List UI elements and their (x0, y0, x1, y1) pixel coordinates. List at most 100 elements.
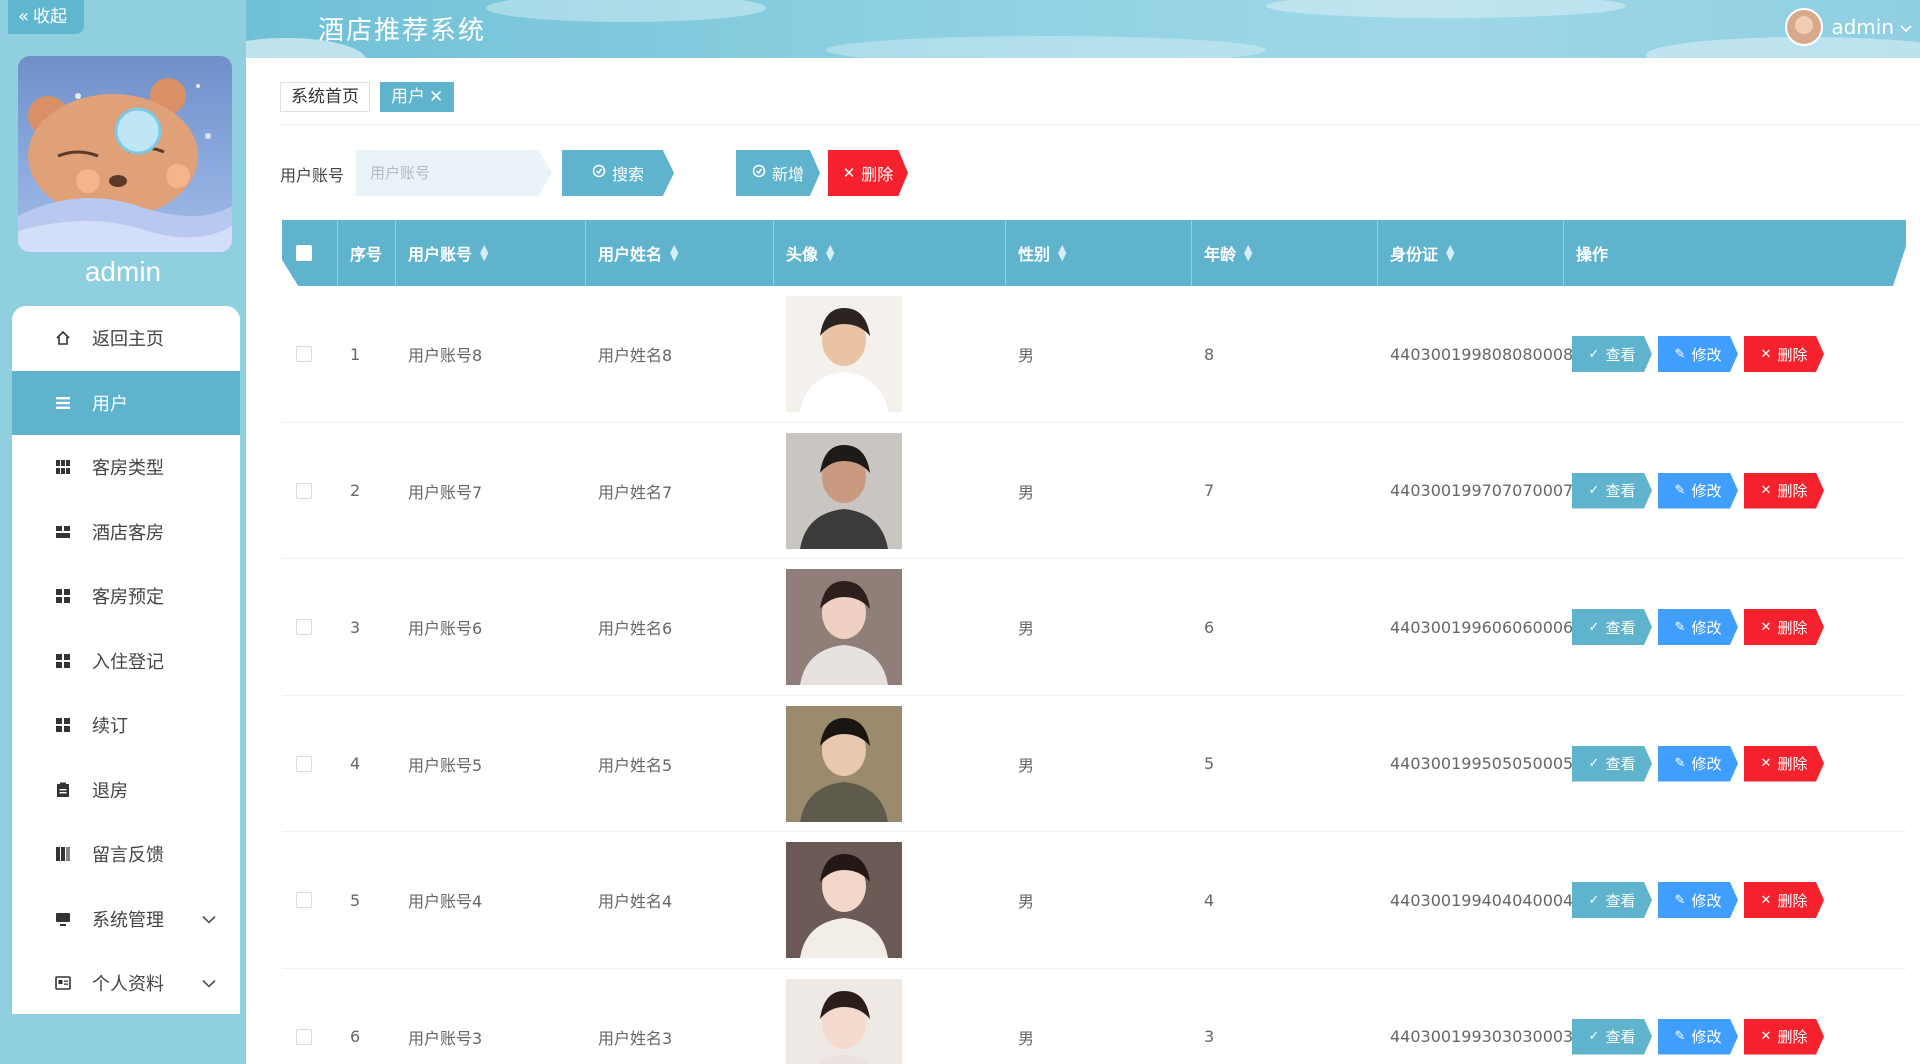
check-icon: ✓ (1588, 1029, 1600, 1044)
sidebar-item-label: 客房类型 (92, 458, 164, 480)
sidebar-item-check-in[interactable]: 入住登记 (12, 629, 240, 694)
column-header-label: 性别 (1018, 245, 1051, 264)
user-name-cell: 用户姓名7 (598, 482, 673, 502)
column-header-gender[interactable]: 性别 ▲ ▼ (1006, 220, 1192, 286)
row-checkbox[interactable] (296, 1028, 312, 1045)
search-button[interactable]: 搜索 (562, 150, 674, 196)
column-header-age[interactable]: 年龄 ▲ ▼ (1192, 220, 1378, 286)
edit-button-label: 修改 (1691, 891, 1722, 910)
age-cell: 8 (1204, 344, 1215, 364)
account-search-input[interactable] (356, 150, 552, 196)
edit-button-label: 修改 (1691, 1028, 1722, 1046)
row-select-cell (282, 559, 338, 696)
row-number: 5 (350, 890, 361, 910)
table-row: 6 用户账号3 用户姓名3 男 3 440300199303030003 ✓ 查看… (282, 969, 1906, 1064)
sort-icon[interactable]: ▲ ▼ (480, 243, 488, 262)
sidebar-item-label: 系统管理 (92, 909, 164, 931)
sidebar-item-check-out[interactable]: 退房 (12, 758, 240, 823)
grid-icon (50, 459, 76, 475)
edit-button[interactable]: ✎ 修改 (1658, 472, 1738, 509)
row-checkbox[interactable] (296, 619, 312, 636)
add-button[interactable]: 新增 (736, 150, 820, 196)
sidebar-item-room-types[interactable]: 客房类型 (12, 435, 240, 500)
close-icon[interactable]: ✕ (429, 87, 443, 107)
view-button-label: 查看 (1605, 618, 1636, 637)
sidebar-item-hotel-rooms[interactable]: 酒店客房 (12, 500, 240, 565)
delete-button[interactable]: ✕ 删除 (1744, 336, 1824, 372)
avatar-cell (774, 832, 1006, 969)
book-icon (50, 846, 76, 862)
user-avatar-photo[interactable] (786, 432, 902, 549)
row-number: 1 (350, 344, 361, 364)
view-button[interactable]: ✓ 查看 (1572, 336, 1652, 372)
edit-button[interactable]: ✎ 修改 (1658, 882, 1738, 918)
edit-button[interactable]: ✎ 修改 (1658, 336, 1738, 372)
edit-button[interactable]: ✎ 修改 (1658, 609, 1738, 645)
delete-button[interactable]: ✕ 删除 (1744, 609, 1824, 645)
edit-button[interactable]: ✎ 修改 (1658, 745, 1738, 782)
row-checkbox[interactable] (296, 755, 312, 772)
table-row: 5 用户账号4 用户姓名4 男 4 440300199404040004 ✓ 查看… (282, 832, 1906, 969)
edit-button-label: 修改 (1691, 345, 1722, 364)
column-header-id-card[interactable]: 身份证 ▲ ▼ (1378, 220, 1564, 286)
chevron-down-icon (1900, 18, 1912, 37)
user-account-cell: 用户账号3 (408, 1028, 483, 1048)
delete-button[interactable]: ✕ 删除 (1744, 1018, 1824, 1055)
column-header-label: 用户账号 (408, 245, 473, 264)
view-button[interactable]: ✓ 查看 (1572, 609, 1652, 645)
row-checkbox[interactable] (296, 482, 312, 499)
row-number: 2 (350, 481, 361, 501)
column-header-label: 操作 (1576, 245, 1609, 264)
sidebar-item-home[interactable]: 返回主页 (12, 306, 240, 371)
sort-icon[interactable]: ▲ ▼ (826, 243, 834, 262)
sidebar-item-profile[interactable]: 个人资料 (12, 951, 240, 1016)
sidebar-item-system-management[interactable]: 系统管理 (12, 887, 240, 952)
table-row: 2 用户账号7 用户姓名7 男 7 440300199707070007 ✓ 查看… (282, 423, 1906, 560)
row-checkbox[interactable] (296, 892, 312, 909)
column-header-name[interactable]: 用户姓名 ▲ ▼ (586, 220, 774, 286)
avatar-cell (774, 423, 1006, 560)
sidebar-item-users[interactable]: 用户 (12, 370, 240, 435)
row-checkbox[interactable] (296, 346, 312, 363)
view-button[interactable]: ✓ 查看 (1572, 745, 1652, 782)
delete-button[interactable]: ✕ 删除 (1744, 882, 1824, 918)
table-row: 1 用户账号8 用户姓名8 男 8 440300199808080008 ✓ 查看… (282, 286, 1906, 423)
user-avatar-photo[interactable] (786, 842, 902, 959)
sidebar-item-label: 个人资料 (92, 974, 164, 996)
column-header-avatar[interactable]: 头像 ▲ ▼ (774, 220, 1006, 286)
user-avatar-photo[interactable] (786, 296, 902, 413)
sort-icon[interactable]: ▲ ▼ (1446, 243, 1454, 262)
user-menu[interactable]: admin (1785, 8, 1912, 46)
collapse-sidebar-button[interactable]: «收起 (8, 0, 84, 34)
select-all-checkbox[interactable] (296, 245, 312, 261)
sidebar-item-room-booking[interactable]: 客房预定 (12, 564, 240, 629)
edit-button[interactable]: ✎ 修改 (1658, 1018, 1738, 1055)
column-header-account[interactable]: 用户账号 ▲ ▼ (396, 220, 586, 286)
column-header-actions: 操作 (1564, 220, 1906, 286)
sort-icon[interactable]: ▲ ▼ (1244, 243, 1252, 262)
id-card-cell: 440300199707070007 (1390, 481, 1574, 501)
tab-users[interactable]: 用户 ✕ (380, 82, 455, 112)
sidebar-item-renewal[interactable]: 续订 (12, 693, 240, 758)
user-avatar-photo[interactable] (786, 569, 902, 686)
view-button[interactable]: ✓ 查看 (1572, 472, 1652, 509)
user-account-cell: 用户账号6 (408, 619, 483, 639)
delete-button[interactable]: ✕ 删除 (1744, 472, 1824, 509)
close-icon: ✕ (1760, 483, 1772, 498)
gender-cell: 男 (1018, 619, 1035, 639)
edit-icon: ✎ (1674, 483, 1686, 498)
age-cell: 3 (1204, 1027, 1215, 1047)
view-button[interactable]: ✓ 查看 (1572, 882, 1652, 918)
sort-icon[interactable]: ▲ ▼ (1058, 243, 1066, 262)
view-button-label: 查看 (1605, 891, 1636, 910)
sort-icon[interactable]: ▲ ▼ (670, 243, 678, 262)
delete-button[interactable]: ✕ 删除 (1744, 745, 1824, 782)
user-avatar-photo[interactable] (786, 705, 902, 822)
sidebar-menu: 返回主页 用户 客房类型 酒店客房 客房预定 入住登记 续订 退房 留言反馈 系… (12, 306, 240, 1014)
tab-home[interactable]: 系统首页 (280, 82, 370, 112)
batch-delete-button[interactable]: ✕ 删除 (828, 150, 908, 196)
view-button[interactable]: ✓ 查看 (1572, 1018, 1652, 1055)
age-cell: 6 (1204, 617, 1215, 637)
sidebar-item-feedback[interactable]: 留言反馈 (12, 822, 240, 887)
user-avatar-photo[interactable] (786, 978, 902, 1064)
